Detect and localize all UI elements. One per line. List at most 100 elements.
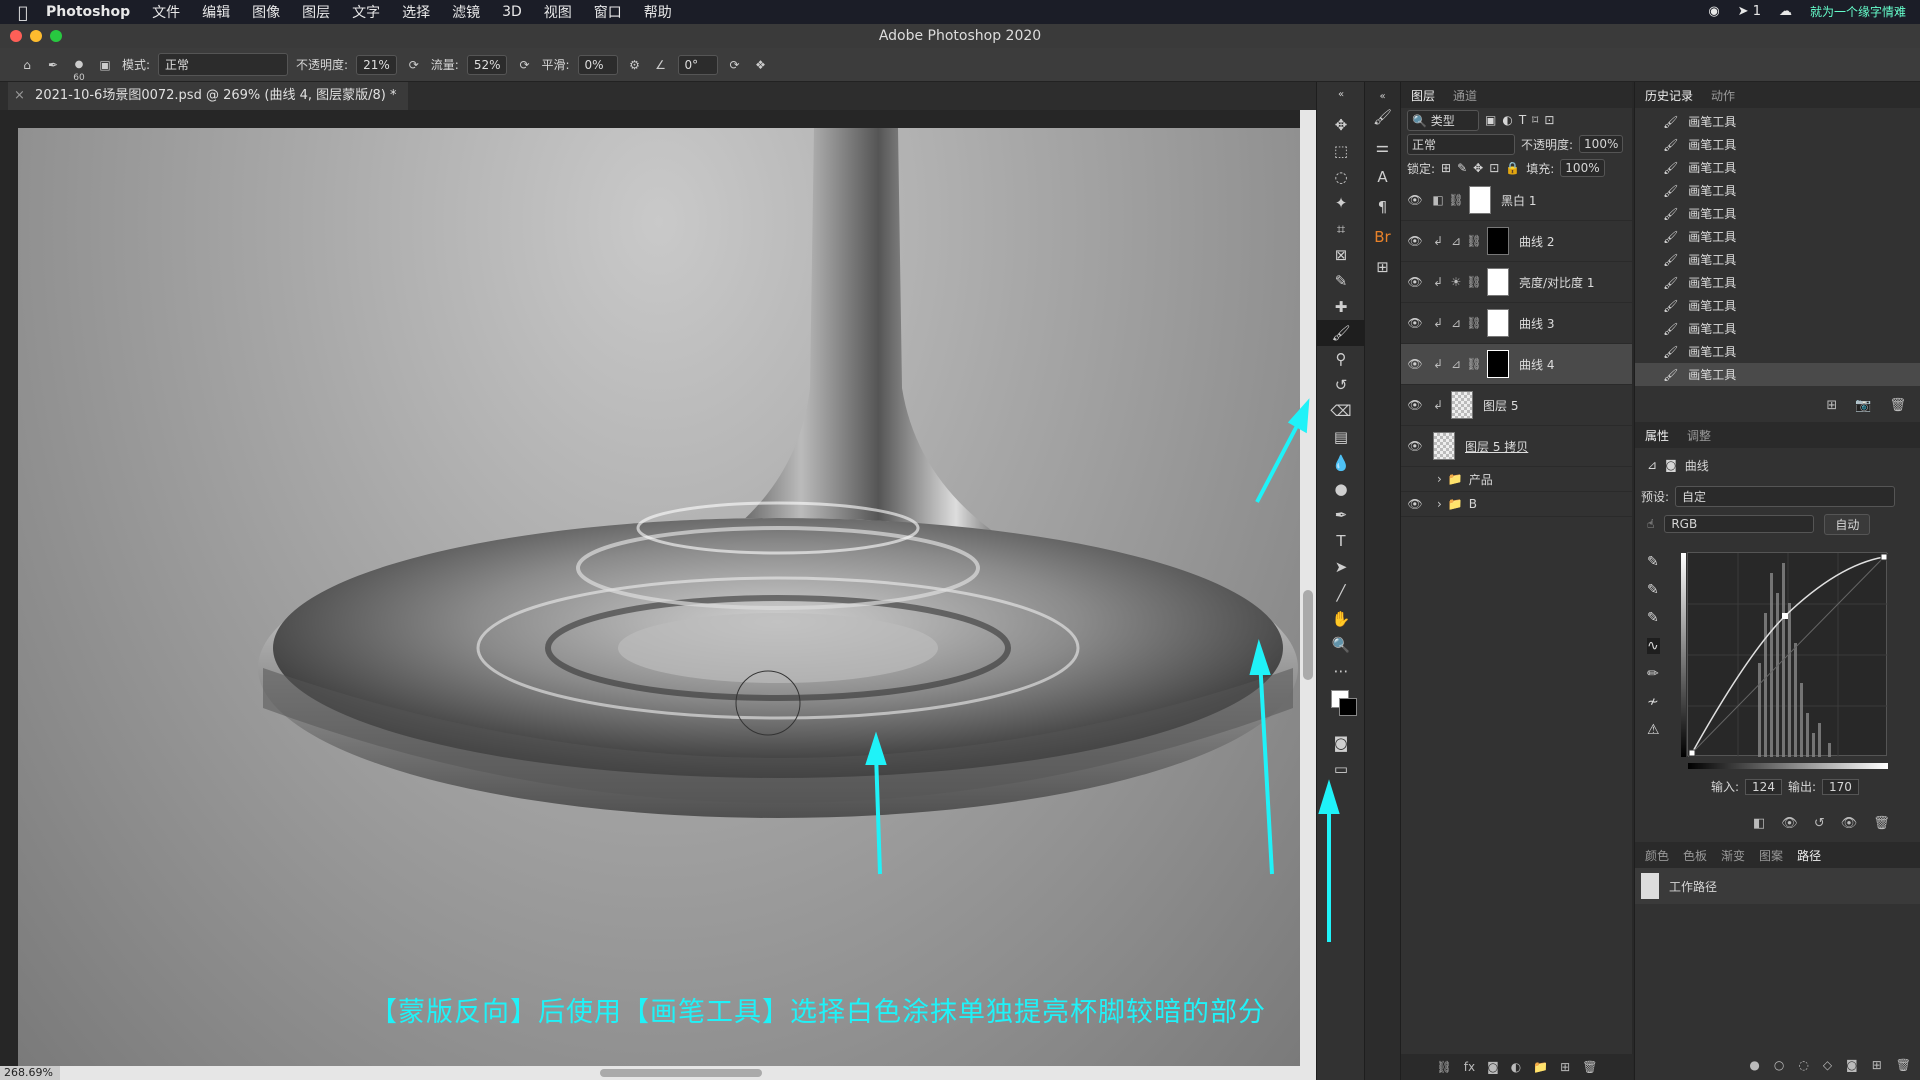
pencil-draw-icon[interactable]: ✏ [1647, 666, 1660, 682]
history-item[interactable]: 🖌 画笔工具 [1635, 156, 1920, 179]
close-window-button[interactable] [10, 30, 22, 42]
preset-select[interactable]: 自定 [1675, 485, 1896, 507]
history-item[interactable]: 🖌 画笔工具 [1635, 271, 1920, 294]
layer-group-row[interactable]: 👁 › 📁 B [1401, 492, 1632, 517]
path-thumbnail[interactable] [1641, 873, 1659, 899]
smooth-field[interactable]: 0% [577, 54, 618, 75]
move-tool-icon[interactable]: ✥ [1317, 112, 1365, 138]
collapse-tools-icon[interactable]: « [1317, 82, 1365, 112]
menu-help[interactable]: 帮助 [644, 2, 672, 22]
horizontal-scroll-thumb[interactable] [600, 1069, 762, 1077]
filter-shape-icon[interactable]: ⌑ [1532, 113, 1538, 127]
collapse-strip-icon[interactable]: « [1365, 82, 1400, 102]
layer-row[interactable]: 👁 ↲ 图层 5 [1401, 385, 1632, 426]
path-to-selection-icon[interactable]: ◌ [1798, 1058, 1808, 1072]
tab-properties[interactable]: 属性 [1645, 427, 1669, 444]
frame-tool-icon[interactable]: ⊠ [1317, 242, 1365, 268]
pressure-opacity-icon[interactable]: ⟳ [405, 56, 423, 74]
tab-layers[interactable]: 图层 [1411, 87, 1435, 104]
tab-color[interactable]: 颜色 [1645, 847, 1669, 864]
menu-app-name[interactable]: Photoshop [46, 4, 130, 20]
curves-graph[interactable] [1681, 552, 1889, 769]
link-layers-icon[interactable]: ⛓ [1437, 1060, 1452, 1074]
layer-row-selected[interactable]: 👁 ↲ ⊿ ⛓ 曲线 4 [1401, 344, 1632, 385]
blur-tool-icon[interactable]: 💧 [1317, 450, 1365, 476]
history-item[interactable]: 🖌 画笔工具 [1635, 202, 1920, 225]
visibility-eye-icon[interactable]: 👁 [1401, 439, 1429, 453]
gray-point-eyedropper-icon[interactable]: ✎ [1647, 582, 1660, 598]
clip-to-layer-icon[interactable]: ◧ [1753, 816, 1765, 831]
add-mask-icon[interactable]: ◙ [1487, 1060, 1499, 1074]
layer-mask-thumbnail[interactable] [1487, 309, 1509, 337]
history-item[interactable]: 🖌 画笔工具 [1635, 133, 1920, 156]
vertical-scrollbar[interactable] [1300, 110, 1316, 1080]
filter-type-icon[interactable]: T [1519, 113, 1526, 127]
delete-adjustment-icon[interactable]: 🗑 [1873, 816, 1890, 831]
background-color-swatch[interactable] [1339, 698, 1357, 716]
tab-actions[interactable]: 动作 [1711, 87, 1735, 104]
opacity-field[interactable]: 21% [356, 54, 397, 75]
history-item[interactable]: 🖌 画笔工具 [1635, 294, 1920, 317]
vertical-scroll-thumb[interactable] [1303, 590, 1313, 680]
lock-position-icon[interactable]: ✥ [1473, 161, 1483, 175]
visibility-eye-icon[interactable]: 👁 [1401, 398, 1429, 412]
bridge-icon[interactable]: Br [1365, 222, 1400, 252]
libraries-panel-icon[interactable]: ⊞ [1365, 252, 1400, 282]
white-point-eyedropper-icon[interactable]: ✎ [1647, 610, 1660, 626]
fill-field[interactable]: 100% [1560, 159, 1605, 177]
visibility-eye-icon[interactable]: 👁 [1401, 316, 1429, 330]
brush-size-picker[interactable]: ● 60 [70, 56, 88, 83]
menu-edit[interactable]: 编辑 [202, 2, 230, 22]
lasso-tool-icon[interactable]: ◌ [1317, 164, 1365, 190]
curves-properties-icon[interactable]: ⊿ [1647, 458, 1657, 472]
toggle-visibility-icon[interactable]: 👁 [1841, 816, 1858, 831]
color-swatches[interactable] [1317, 684, 1365, 730]
layer-mask-thumbnail[interactable] [1469, 186, 1491, 214]
target-adjust-icon[interactable]: ☝ [1647, 517, 1654, 531]
close-tab-icon[interactable]: × [14, 88, 25, 103]
history-item[interactable]: 🖌 画笔工具 [1635, 317, 1920, 340]
lock-pixels-icon[interactable]: ✎ [1457, 161, 1467, 175]
view-previous-icon[interactable]: 👁 [1781, 816, 1798, 831]
menu-select[interactable]: 选择 [402, 2, 430, 22]
dodge-tool-icon[interactable]: ● [1317, 476, 1365, 502]
home-icon[interactable]: ⌂ [18, 56, 36, 74]
lock-artboard-icon[interactable]: ⊡ [1489, 161, 1499, 175]
channel-select[interactable]: RGB [1664, 515, 1815, 533]
layer-thumbnail[interactable] [1451, 391, 1473, 419]
curve-edit-points-icon[interactable]: ∿ [1647, 638, 1660, 654]
tab-history[interactable]: 历史记录 [1645, 87, 1693, 104]
menu-window[interactable]: 窗口 [594, 2, 622, 22]
menu-3d[interactable]: 3D [502, 4, 522, 20]
horizontal-scrollbar[interactable] [0, 1066, 1316, 1080]
layer-mask-thumbnail[interactable] [1487, 350, 1509, 378]
fill-path-icon[interactable]: ● [1749, 1058, 1759, 1072]
path-item-label[interactable]: 工作路径 [1669, 878, 1717, 895]
screen-mode-icon[interactable]: ▭ [1317, 756, 1365, 782]
new-layer-icon[interactable]: ⊞ [1560, 1060, 1570, 1074]
layer-thumbnail[interactable] [1433, 432, 1455, 460]
layer-row[interactable]: 👁 ↲ ⊿ ⛓ 曲线 3 [1401, 303, 1632, 344]
snapshot-camera-icon[interactable]: 📷 [1855, 398, 1871, 413]
layer-mask-thumbnail[interactable] [1487, 227, 1509, 255]
canvas-area[interactable]: 【蒙版反向】后使用【画笔工具】选择白色涂抹单独提亮杯脚较暗的部分 268.69% [0, 110, 1316, 1080]
character-panel-icon[interactable]: A [1365, 162, 1400, 192]
pressure-size-icon[interactable]: ⟳ [726, 56, 744, 74]
layer-filter-select[interactable]: 🔍 类型 [1407, 109, 1479, 131]
lock-transparency-icon[interactable]: ⊞ [1441, 161, 1451, 175]
eraser-tool-icon[interactable]: ⌫ [1317, 398, 1365, 424]
flow-field[interactable]: 52% [466, 54, 508, 75]
new-adjustment-icon[interactable]: ◐ [1511, 1060, 1521, 1074]
history-item[interactable]: 🖌 画笔工具 [1635, 248, 1920, 271]
chevron-right-icon[interactable]: › [1437, 497, 1442, 511]
history-item[interactable]: 🖌 画笔工具 [1635, 340, 1920, 363]
layer-opacity-field[interactable]: 100% [1579, 135, 1624, 153]
tab-swatches[interactable]: 色板 [1683, 847, 1707, 864]
brush-panel-icon[interactable]: 🖌 [1365, 102, 1400, 132]
menu-type[interactable]: 文字 [352, 2, 380, 22]
brush-preset-icon[interactable]: ✒ [44, 56, 62, 74]
pen-tool-icon[interactable]: ✒ [1317, 502, 1365, 528]
menu-file[interactable]: 文件 [152, 2, 180, 22]
menu-image[interactable]: 图像 [252, 2, 280, 22]
line-tool-icon[interactable]: ╱ [1317, 580, 1365, 606]
